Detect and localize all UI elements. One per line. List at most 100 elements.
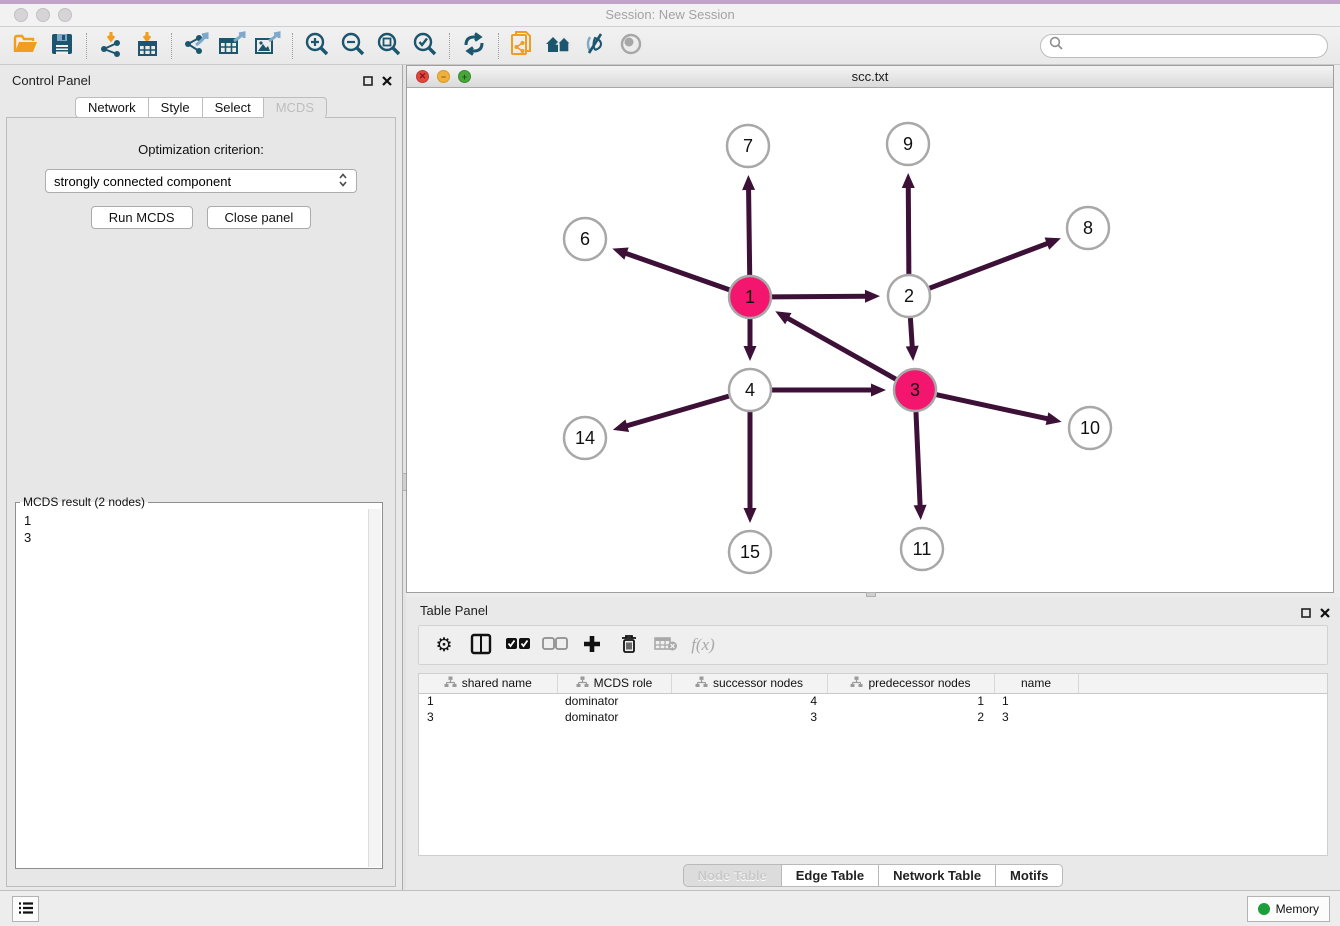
fx-icon: f(x) xyxy=(691,635,715,655)
toggle-columns-button[interactable] xyxy=(466,630,496,660)
toolbar-separator xyxy=(86,33,87,59)
delete-column-button[interactable] xyxy=(614,630,644,660)
graph-edge-4-15[interactable] xyxy=(744,412,757,523)
task-history-button[interactable] xyxy=(12,896,39,922)
graph-edge-1-6[interactable] xyxy=(612,247,729,289)
zoom-selected-button[interactable] xyxy=(407,30,443,62)
graph-edge-2-9[interactable] xyxy=(902,173,915,274)
column-header-name[interactable]: name xyxy=(994,674,1078,693)
graph-edge-1-7[interactable] xyxy=(742,175,755,275)
search-input[interactable] xyxy=(1068,39,1319,53)
export-network-button[interactable] xyxy=(178,30,214,62)
table-cell[interactable]: 2 xyxy=(827,709,994,725)
toolbar-separator xyxy=(171,33,172,59)
graph-node-11[interactable]: 11 xyxy=(901,528,943,570)
graph-node-4[interactable]: 4 xyxy=(729,369,771,411)
table-row[interactable]: 3dominator323 xyxy=(419,709,1327,725)
control-panel: Control Panel NetworkStyleSelectMCDS Opt… xyxy=(0,65,402,890)
network-graph[interactable]: 7 9 6 8 1 2 4 3 14 10 15 11 xyxy=(407,88,1333,592)
table-cell[interactable]: 1 xyxy=(994,693,1078,709)
shared-column-icon xyxy=(850,676,863,690)
graph-node-3[interactable]: 3 xyxy=(894,369,936,411)
export-image-button[interactable] xyxy=(250,30,286,62)
add-column-button[interactable] xyxy=(577,630,607,660)
graph-edge-3-1[interactable] xyxy=(775,311,896,379)
graph-node-2[interactable]: 2 xyxy=(888,275,930,317)
close-panel-icon[interactable] xyxy=(1320,605,1330,623)
tab-select[interactable]: Select xyxy=(202,97,263,118)
column-header-successor-nodes[interactable]: successor nodes xyxy=(671,674,827,693)
tab-motifs[interactable]: Motifs xyxy=(995,864,1063,887)
graph-node-1[interactable]: 1 xyxy=(729,276,771,318)
table-cell[interactable]: 1 xyxy=(827,693,994,709)
select-all-button[interactable] xyxy=(503,630,533,660)
graph-edge-2-8[interactable] xyxy=(930,238,1061,289)
tab-style[interactable]: Style xyxy=(148,97,202,118)
table-cell[interactable]: 3 xyxy=(419,709,557,725)
import-network-button[interactable] xyxy=(93,30,129,62)
first-neighbors-button[interactable] xyxy=(541,30,577,62)
memory-button[interactable]: Memory xyxy=(1247,896,1330,922)
tab-edge-table[interactable]: Edge Table xyxy=(781,864,878,887)
float-panel-icon[interactable] xyxy=(1301,605,1311,623)
zoom-out-button[interactable] xyxy=(335,30,371,62)
graph-node-label: 1 xyxy=(745,287,755,307)
open-session-button[interactable] xyxy=(8,30,44,62)
tab-network[interactable]: Network xyxy=(75,97,148,118)
graph-edge-4-14[interactable] xyxy=(613,396,729,432)
tab-node-table[interactable]: Node Table xyxy=(683,864,781,887)
table-settings-button[interactable]: ⚙ xyxy=(429,630,459,660)
select-chevrons-icon xyxy=(338,173,348,190)
apply-layout-button[interactable] xyxy=(456,30,492,62)
column-header-predecessor-nodes[interactable]: predecessor nodes xyxy=(827,674,994,693)
graph-edge-1-2[interactable] xyxy=(772,290,880,303)
graph-edge-4-3[interactable] xyxy=(772,384,886,397)
graph-node-6[interactable]: 6 xyxy=(564,218,606,260)
zoom-fit-button[interactable] xyxy=(371,30,407,62)
graph-node-9[interactable]: 9 xyxy=(887,123,929,165)
close-panel-icon[interactable] xyxy=(382,73,392,91)
node-table: shared nameMCDS rolesuccessor nodesprede… xyxy=(418,673,1328,856)
control-panel-title: Control Panel xyxy=(12,73,91,88)
table-cell[interactable]: 3 xyxy=(994,709,1078,725)
hide-selected-button[interactable] xyxy=(577,30,613,62)
graph-edge-2-3[interactable] xyxy=(906,318,919,361)
table-cell[interactable]: 1 xyxy=(419,693,557,709)
table-cell[interactable]: dominator xyxy=(557,693,671,709)
column-header-shared-name[interactable]: shared name xyxy=(419,674,557,693)
network-window-titlebar[interactable]: ✕ − + scc.txt xyxy=(407,66,1333,88)
graph-edge-1-4[interactable] xyxy=(744,319,757,361)
run-mcds-button[interactable]: Run MCDS xyxy=(91,206,193,229)
tab-network-table[interactable]: Network Table xyxy=(878,864,995,887)
save-session-button[interactable] xyxy=(44,30,80,62)
export-table-button[interactable] xyxy=(214,30,250,62)
graph-node-10[interactable]: 10 xyxy=(1069,407,1111,449)
clone-network-button[interactable] xyxy=(505,30,541,62)
table-row[interactable]: 1dominator411 xyxy=(419,693,1327,709)
criterion-select[interactable]: strongly connected component xyxy=(45,169,357,193)
tab-mcds[interactable]: MCDS xyxy=(263,97,327,118)
import-table-button[interactable] xyxy=(129,30,165,62)
graph-node-label: 10 xyxy=(1080,418,1100,438)
graph-node-7[interactable]: 7 xyxy=(727,125,769,167)
graph-edge-3-11[interactable] xyxy=(914,412,927,520)
mcds-result-text[interactable]: 1 3 xyxy=(17,509,368,867)
table-header-row[interactable]: shared nameMCDS rolesuccessor nodesprede… xyxy=(419,674,1327,693)
zoom-in-button[interactable] xyxy=(299,30,335,62)
table-cell[interactable]: 4 xyxy=(671,693,827,709)
float-panel-icon[interactable] xyxy=(363,73,373,91)
table-panel-title: Table Panel xyxy=(420,603,488,618)
trash-icon xyxy=(620,634,638,657)
table-cell[interactable]: 3 xyxy=(671,709,827,725)
graph-edge-3-10[interactable] xyxy=(936,395,1061,425)
deselect-all-button[interactable] xyxy=(540,630,570,660)
show-all-button[interactable] xyxy=(613,30,649,62)
open-folder-icon xyxy=(13,33,39,58)
result-scrollbar[interactable] xyxy=(368,509,381,867)
table-cell[interactable]: dominator xyxy=(557,709,671,725)
column-header-MCDS-role[interactable]: MCDS role xyxy=(557,674,671,693)
close-panel-button[interactable]: Close panel xyxy=(207,206,312,229)
graph-node-8[interactable]: 8 xyxy=(1067,207,1109,249)
graph-node-14[interactable]: 14 xyxy=(564,417,606,459)
graph-node-15[interactable]: 15 xyxy=(729,531,771,573)
